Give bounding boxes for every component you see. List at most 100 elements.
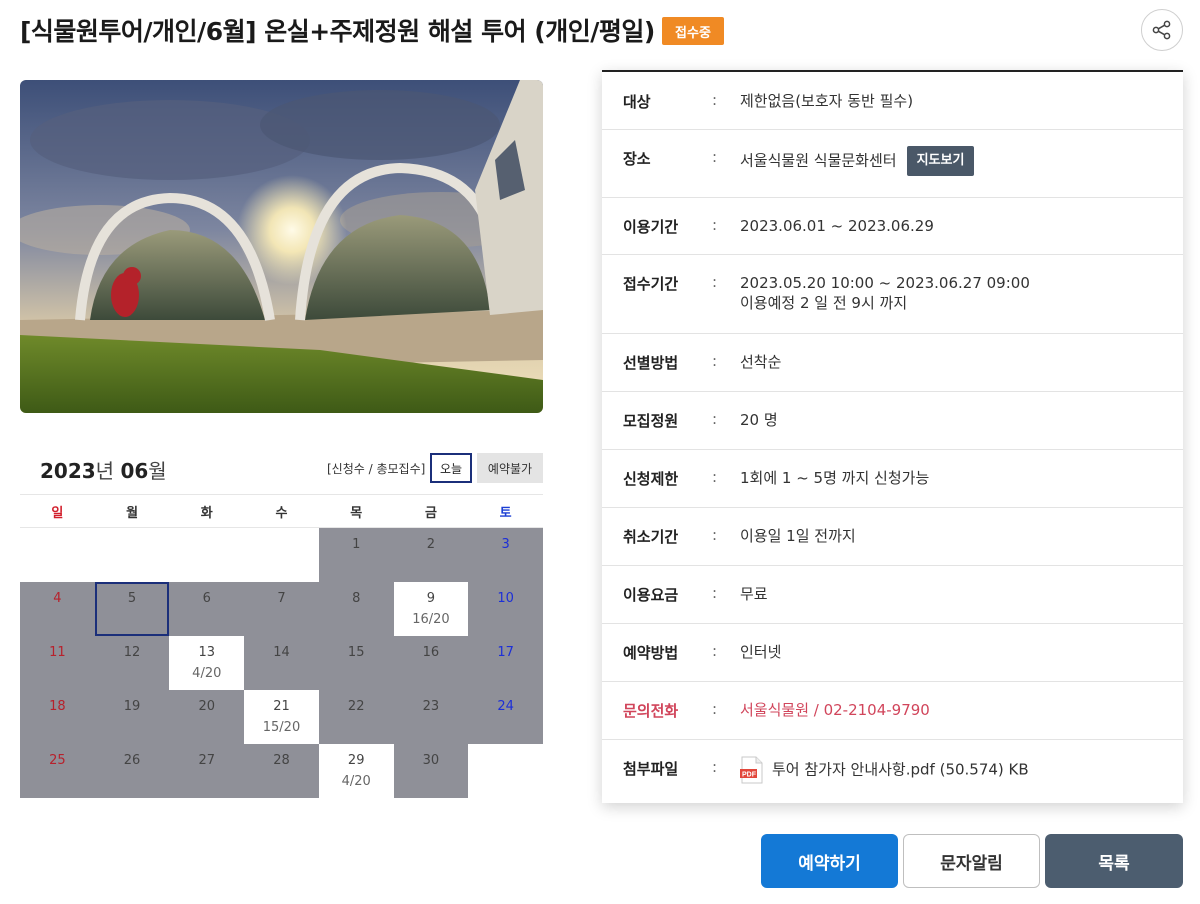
phone-link[interactable]: 서울식물원 / 02-2104-9790 — [740, 700, 930, 720]
info-label: 문의전화 — [623, 702, 679, 720]
info-row-apply: 접수기간 : 2023.05.20 10:00 ~ 2023.06.27 09:… — [602, 255, 1183, 334]
day-capacity: 16/20 — [412, 612, 450, 627]
day-number: 20 — [198, 699, 216, 714]
day-number: 7 — [277, 591, 286, 606]
info-row-file: 첨부파일 : PDF 투어 참가자 안내사항.pdf (50.574) KB — [602, 740, 1183, 804]
day-number: 15 — [347, 645, 365, 660]
calendar-day-18: 18 — [20, 690, 95, 744]
day-number: 23 — [422, 699, 440, 714]
calendar-day-1: 1 — [318, 528, 394, 582]
pdf-icon: PDF — [740, 756, 763, 784]
weekday-sat: 토 — [499, 505, 512, 521]
calendar-day-14: 14 — [244, 636, 319, 690]
sms-alert-button[interactable]: 문자알림 — [903, 834, 1040, 888]
list-button[interactable]: 목록 — [1045, 834, 1183, 888]
info-label: 신청제한 — [623, 470, 679, 488]
calendar-day-21[interactable]: 21 15/20 — [244, 690, 319, 744]
info-value: 이용일 1일 전까지 — [740, 527, 856, 545]
day-number: 27 — [198, 753, 216, 768]
info-label: 접수기간 — [623, 275, 679, 293]
info-value: 20 명 — [740, 411, 778, 429]
info-row-phone: 문의전화 : 서울식물원 / 02-2104-9790 — [602, 682, 1183, 740]
day-number: 5 — [127, 591, 137, 606]
day-number: 2 — [426, 537, 436, 552]
info-row-period: 이용기간 : 2023.06.01 ~ 2023.06.29 — [602, 198, 1183, 255]
info-row-limit: 신청제한 : 1회에 1 ~ 5명 까지 신청가능 — [602, 450, 1183, 508]
day-number: 28 — [273, 753, 290, 768]
place-value: 서울식물원 식물문화센터 — [740, 151, 897, 170]
calendar-empty-cell — [94, 528, 170, 582]
weekday-wed: 수 — [275, 505, 288, 521]
weekday-thu: 목 — [350, 505, 363, 521]
status-badge: 접수중 — [662, 17, 724, 45]
info-row-selection: 선별방법 : 선착순 — [602, 334, 1183, 392]
legend-today: 오늘 — [430, 453, 472, 483]
calendar-day-7: 7 — [244, 582, 319, 636]
calendar-day-23: 23 — [393, 690, 469, 744]
weekday-sun: 일 — [51, 505, 64, 521]
info-row-target: 대상 : 제한없음(보호자 동반 필수) — [602, 72, 1183, 130]
day-number: 24 — [497, 699, 514, 714]
info-value: 인터넷 — [740, 643, 782, 661]
apply-deadline-note: 이용예정 2 일 전 9시 까지 — [740, 294, 908, 312]
day-number: 10 — [497, 591, 514, 606]
calendar-month-unit: 월 — [148, 459, 167, 483]
reserve-button[interactable]: 예약하기 — [761, 834, 898, 888]
attachment-filename: 투어 참가자 안내사항.pdf (50.574) KB — [772, 760, 1029, 779]
info-separator: : — [712, 526, 718, 544]
day-capacity: 4/20 — [341, 774, 371, 789]
day-number: 21 — [273, 699, 290, 714]
calendar-day-11: 11 — [20, 636, 95, 690]
info-label: 취소기간 — [623, 528, 679, 546]
calendar-day-13[interactable]: 13 4/20 — [169, 636, 245, 690]
map-view-button[interactable]: 지도보기 — [906, 146, 975, 176]
calendar-day-9[interactable]: 9 16/20 — [393, 582, 469, 636]
day-number: 1 — [352, 537, 361, 552]
day-number: 17 — [497, 645, 514, 660]
info-separator: : — [712, 273, 718, 291]
calendar-day-3: 3 — [468, 528, 543, 582]
calendar-month-title: 2023년 06월 — [40, 455, 167, 484]
calendar-empty-cell — [20, 528, 95, 582]
day-number: 25 — [49, 753, 66, 768]
calendar-day-27: 27 — [169, 744, 245, 798]
info-separator: : — [712, 584, 718, 602]
calendar-day-29[interactable]: 29 4/20 — [318, 744, 394, 798]
attachment-link[interactable]: PDF 투어 참가자 안내사항.pdf (50.574) KB — [740, 756, 1029, 784]
info-separator: : — [712, 352, 718, 370]
info-row-method: 예약방법 : 인터넷 — [602, 624, 1183, 682]
calendar-grid: 1 2 3 4 5 6 7 8 9 16/20 10 11 12 13 4/20 14 15 16 17 18 19 20… — [20, 528, 543, 798]
share-button[interactable] — [1141, 9, 1183, 51]
day-number: 26 — [123, 753, 141, 768]
calendar-month: 06 — [120, 459, 149, 483]
weekday-tue: 화 — [200, 505, 213, 521]
calendar-day-8: 8 — [318, 582, 394, 636]
info-row-fee: 이용요금 : 무료 — [602, 566, 1183, 624]
calendar-empty-cell — [169, 528, 245, 582]
day-capacity: 15/20 — [262, 720, 301, 735]
info-row-capacity: 모집정원 : 20 명 — [602, 392, 1183, 450]
calendar-day-6: 6 — [169, 582, 245, 636]
hero-photo: ★★★★★ ( 0 건) — [20, 80, 543, 413]
info-row-cancel: 취소기간 : 이용일 1일 전까지 — [602, 508, 1183, 566]
day-number: 9 — [426, 591, 436, 606]
calendar-year: 2023 — [40, 459, 96, 483]
calendar-day-25: 25 — [20, 744, 95, 798]
day-number: 19 — [123, 699, 141, 714]
calendar-day-26: 26 — [94, 744, 170, 798]
day-number: 3 — [501, 537, 510, 552]
day-number: 30 — [422, 753, 440, 768]
info-separator: : — [712, 758, 718, 776]
info-label: 이용기간 — [623, 218, 679, 236]
calendar-day-5: 5 — [94, 582, 170, 636]
info-value: 선착순 — [740, 353, 782, 371]
calendar-day-20: 20 — [169, 690, 245, 744]
info-value: 2023.06.01 ~ 2023.06.29 — [740, 217, 934, 235]
calendar-day-24: 24 — [468, 690, 543, 744]
calendar-day-16: 16 — [393, 636, 469, 690]
info-separator: : — [712, 148, 718, 166]
day-number: 18 — [49, 699, 66, 714]
calendar-empty-cell — [244, 528, 319, 582]
calendar-day-15: 15 — [318, 636, 394, 690]
info-separator: : — [712, 410, 718, 428]
